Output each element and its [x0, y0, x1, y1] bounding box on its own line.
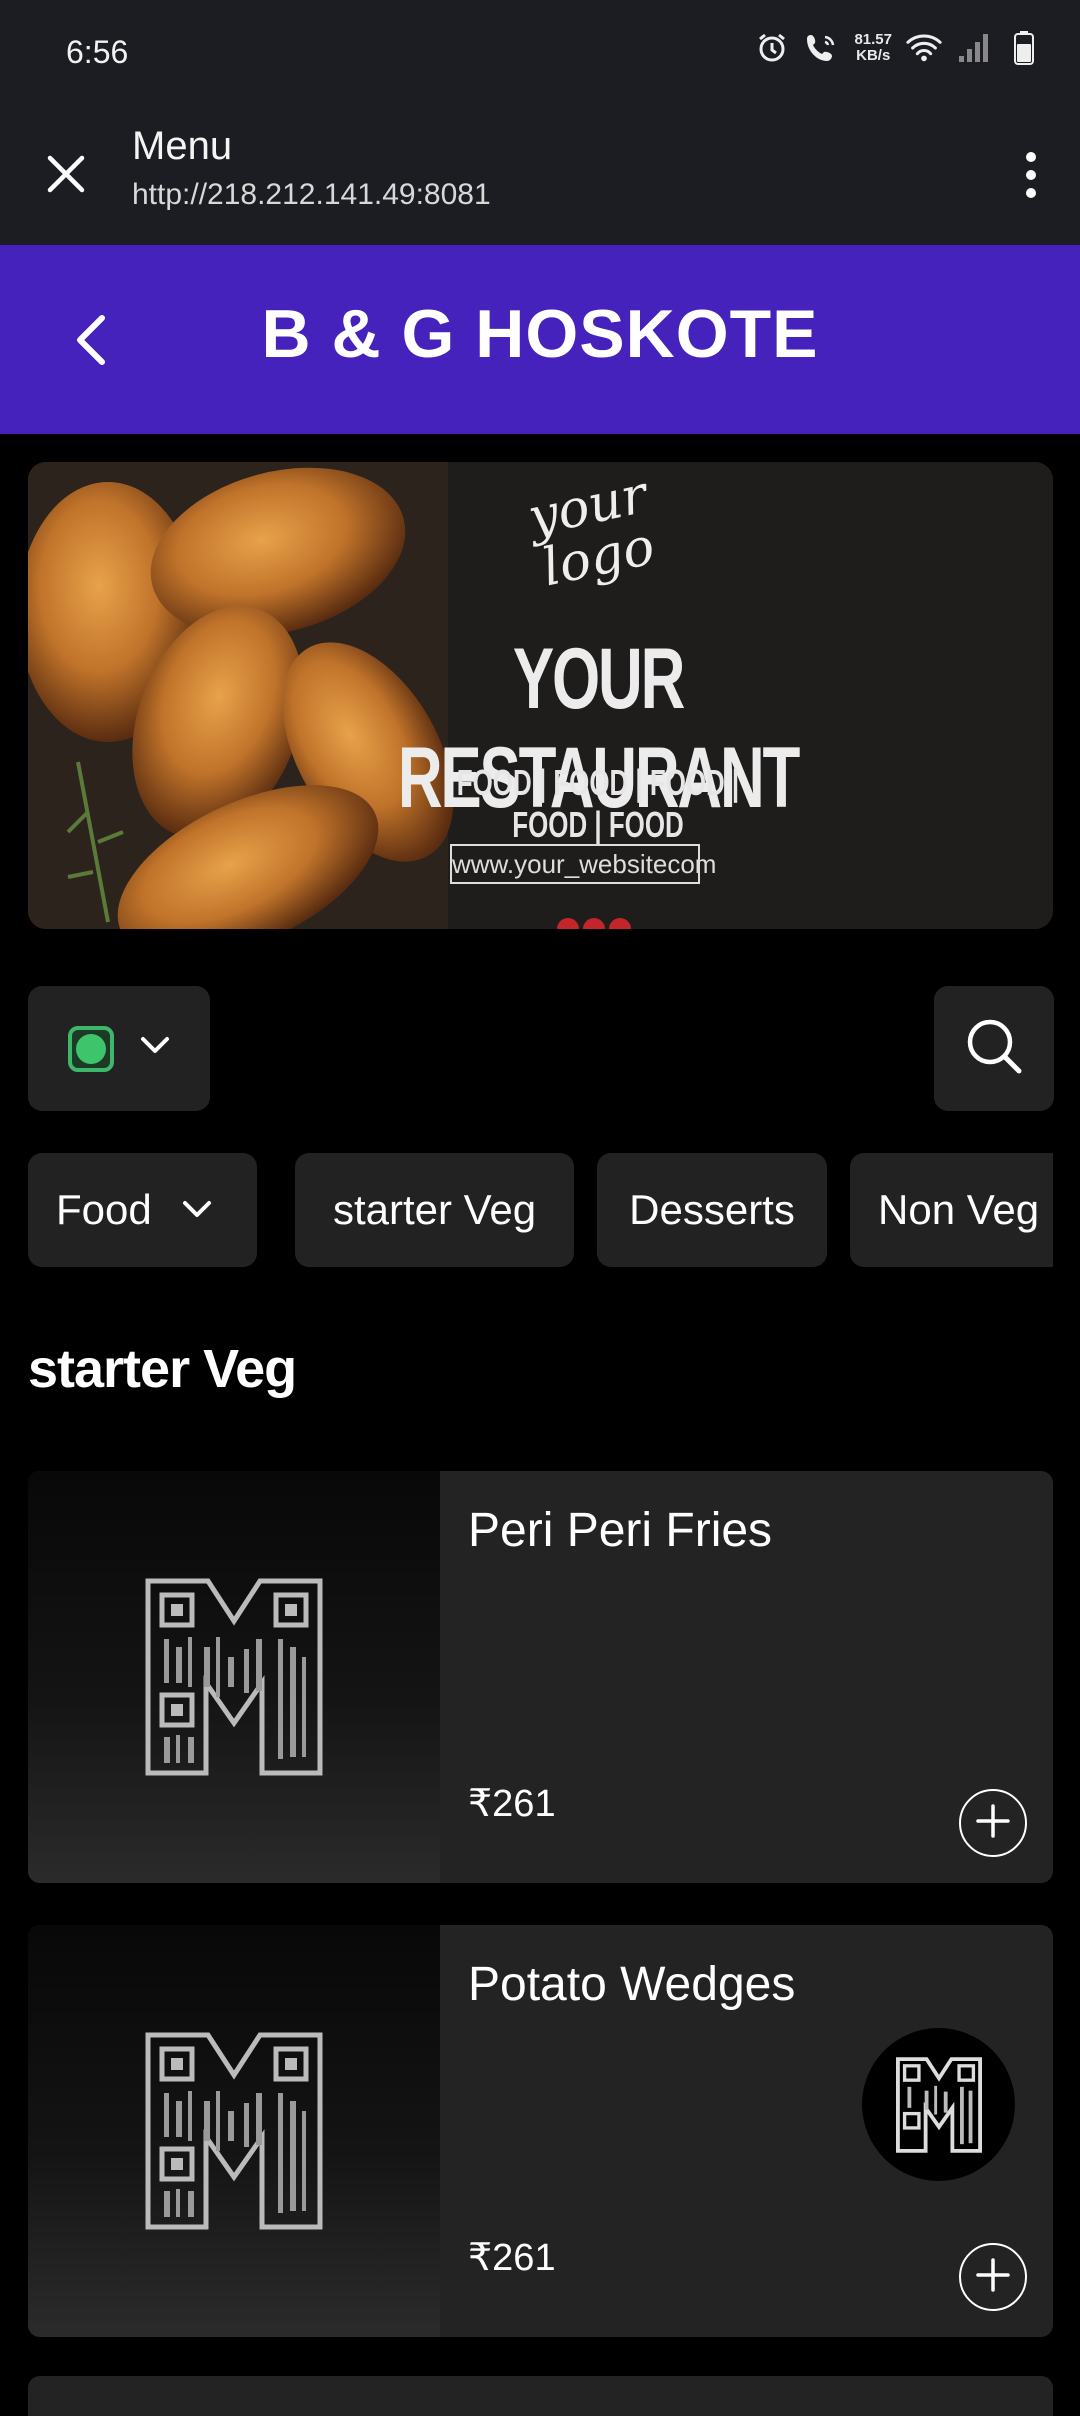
item-name: Potato Wedges [468, 1958, 796, 2011]
chevron-down-icon [140, 1036, 170, 1061]
status-icons: 81.57 KB/s [754, 30, 1042, 66]
add-item-button[interactable] [959, 2243, 1027, 2311]
banner-website: www.your_websitecom [450, 844, 716, 884]
more-options-icon[interactable] [1004, 140, 1058, 210]
search-button[interactable] [934, 986, 1054, 1111]
chevron-down-icon [182, 1200, 212, 1220]
category-tabs: Food starter Veg Desserts Non Veg [28, 1153, 1053, 1267]
veg-filter-dropdown[interactable] [28, 986, 210, 1111]
alarm-icon [754, 30, 790, 66]
speed-value: 81.57 [854, 31, 892, 48]
restaurant-banner: your logo YOUR RESTAURANT FOOD | FOOD | … [28, 462, 1053, 929]
plus-icon [975, 2257, 1011, 2298]
chip-label: starter Veg [332, 1186, 537, 1233]
category-chip-food[interactable]: Food [28, 1153, 257, 1267]
signal-icon [956, 30, 992, 66]
chip-label: Desserts [629, 1186, 795, 1233]
qr-logo-icon [145, 1578, 323, 1776]
veg-icon [68, 1025, 114, 1072]
category-chip-starter-veg[interactable]: starter Veg [295, 1153, 574, 1267]
item-name: Peri Peri Fries [468, 1504, 773, 1557]
network-speed: 81.57 KB/s [854, 32, 892, 64]
wifi-call-icon [804, 30, 840, 66]
item-price: ₹261 [468, 2237, 556, 2279]
floating-menu-button[interactable] [862, 2028, 1015, 2181]
battery-icon [1006, 30, 1042, 66]
wifi-icon [906, 30, 942, 66]
add-item-button[interactable] [959, 1789, 1027, 1857]
chip-label: Food [56, 1186, 152, 1233]
search-icon [964, 1016, 1024, 1081]
browser-toolbar: Menu http://218.212.141.49:8081 [0, 112, 1080, 245]
page-title: Menu [132, 124, 233, 168]
category-chip-desserts[interactable]: Desserts [597, 1153, 827, 1267]
close-icon[interactable] [36, 144, 96, 204]
item-placeholder-image [28, 1471, 440, 1883]
menu-item-card[interactable]: Peri Peri Fries ₹261 [28, 1471, 1053, 1883]
plus-icon [975, 1803, 1011, 1844]
restaurant-name: B & G HOSKOTE [261, 296, 819, 372]
category-chip-non-veg[interactable]: Non Veg [850, 1153, 1053, 1267]
page-url[interactable]: http://218.212.141.49:8081 [132, 178, 491, 212]
item-price: ₹261 [468, 1783, 556, 1825]
qr-logo-icon [895, 2056, 982, 2153]
qr-logo-icon [145, 2032, 323, 2230]
status-bar: 6:56 81.57 KB/s [0, 0, 1080, 112]
menu-item-card-partial [28, 2376, 1053, 2416]
chip-label: Non Veg [878, 1186, 1040, 1233]
status-time: 6:56 [66, 34, 129, 70]
restaurant-header: B & G HOSKOTE [0, 245, 1080, 434]
section-title: starter Veg [28, 1339, 297, 1399]
banner-tagline: FOOD | FOOD | FOOD | FOOD | FOOD [456, 762, 740, 845]
speed-unit: KB/s [856, 47, 891, 64]
item-placeholder-image [28, 1925, 440, 2337]
